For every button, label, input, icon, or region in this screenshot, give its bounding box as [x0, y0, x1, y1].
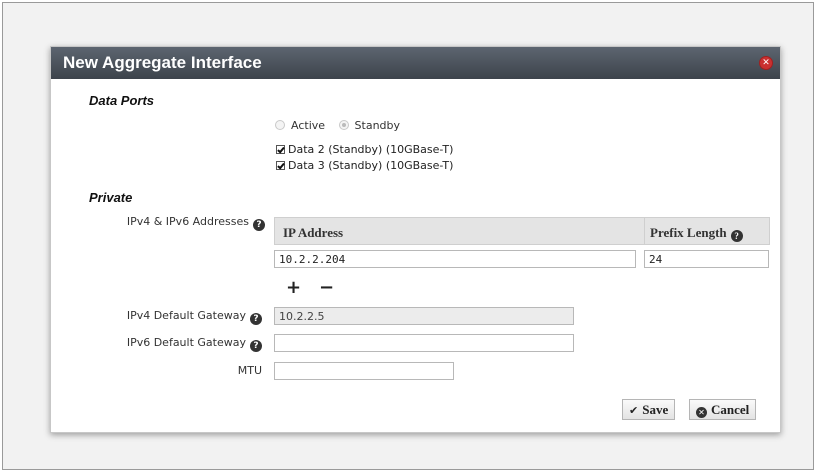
ip-address-input[interactable]: 10.2.2.204 [274, 250, 636, 268]
port-checkbox-row[interactable]: Data 3 (Standby) (10GBase-T) [276, 159, 453, 172]
ipv6-gateway-input[interactable] [274, 334, 574, 352]
help-icon[interactable]: ? [730, 230, 743, 242]
col-prefix-length-text: Prefix Length [650, 225, 727, 240]
ipv4-gateway-label-text: IPv4 Default Gateway [126, 309, 246, 322]
radio-active[interactable]: Active [275, 119, 329, 132]
help-icon[interactable]: ? [250, 340, 262, 352]
help-icon[interactable]: ? [253, 219, 265, 231]
cancel-icon: ✕ [696, 407, 707, 418]
dialog-titlebar: New Aggregate Interface ✕ [51, 47, 780, 79]
radio-standby-button[interactable] [338, 120, 349, 130]
mtu-input[interactable] [274, 362, 454, 380]
private-heading: Private [89, 190, 133, 205]
column-divider [644, 218, 645, 244]
prefix-length-input[interactable]: 24 [644, 250, 769, 268]
new-aggregate-interface-dialog: New Aggregate Interface ✕ Data Ports Act… [50, 46, 781, 433]
radio-standby[interactable]: Standby [338, 119, 401, 132]
mtu-label: MTU [237, 364, 262, 377]
close-icon[interactable]: ✕ [759, 56, 773, 70]
port-checkbox-row[interactable]: Data 2 (Standby) (10GBase-T) [276, 143, 453, 156]
add-address-button[interactable]: + [286, 277, 301, 298]
port-checkbox[interactable] [276, 161, 285, 170]
save-button-label: Save [642, 402, 669, 417]
ipv4-gateway-input[interactable]: 10.2.2.5 [274, 307, 574, 325]
addresses-label-text: IPv4 & IPv6 Addresses [126, 215, 249, 228]
radio-standby-label: Standby [354, 119, 401, 132]
checkmark-icon: ✔ [629, 404, 639, 417]
cancel-button-label: Cancel [711, 402, 750, 417]
dialog-title: New Aggregate Interface [63, 53, 262, 72]
mode-radio-group: Active Standby [275, 119, 400, 132]
ipv4-gateway-label: IPv4 Default Gateway? [127, 309, 262, 325]
ip-table-header: IP Address Prefix Length? [274, 217, 770, 245]
cancel-button[interactable]: ✕ Cancel [689, 399, 757, 420]
port-checkbox[interactable] [276, 145, 285, 154]
addresses-label: IPv4 & IPv6 Addresses? [127, 215, 265, 231]
radio-active-label: Active [291, 119, 326, 132]
port-label: Data 2 (Standby) (10GBase-T) [288, 143, 454, 156]
remove-address-button[interactable]: − [319, 277, 334, 298]
port-label: Data 3 (Standby) (10GBase-T) [288, 159, 454, 172]
ipv6-gateway-label-text: IPv6 Default Gateway [126, 336, 246, 349]
data-ports-heading: Data Ports [89, 93, 155, 108]
radio-active-button[interactable] [275, 120, 285, 130]
col-ip-address: IP Address [283, 225, 344, 240]
col-prefix-length: Prefix Length? [650, 225, 743, 242]
ipv6-gateway-label: IPv6 Default Gateway? [127, 336, 262, 352]
help-icon[interactable]: ? [250, 313, 262, 325]
save-button[interactable]: ✔ Save [622, 399, 676, 420]
